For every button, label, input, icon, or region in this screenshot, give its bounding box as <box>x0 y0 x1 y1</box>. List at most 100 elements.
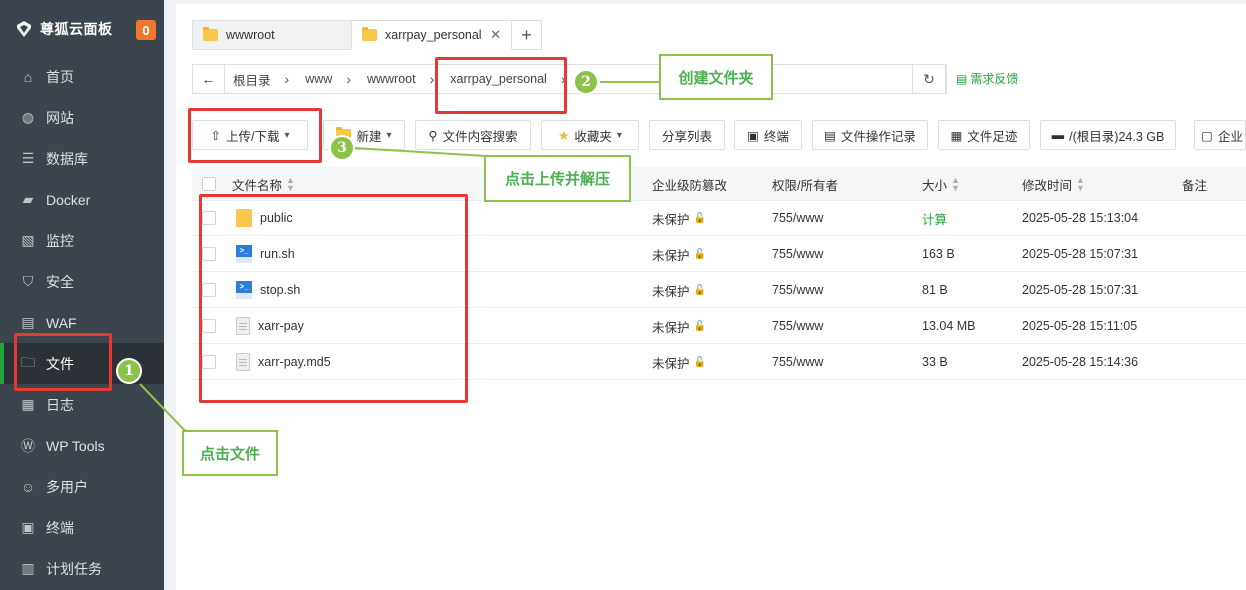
breadcrumb-item-wwwroot[interactable]: wwwroot › <box>359 71 442 87</box>
sidebar-item-home[interactable]: ⌂ 首页 <box>0 56 164 97</box>
permission-cell[interactable]: 755/www <box>772 272 823 308</box>
favorites-button[interactable]: ★ 收藏夹 ▾ <box>541 120 639 150</box>
step-number-1: 1 <box>116 358 142 384</box>
table-row[interactable]: xarr-pay 未保护 🔓 755/www 13.04 MB 2025-05-2… <box>192 308 1246 344</box>
sidebar-item-multi-user[interactable]: ☺ 多用户 <box>0 466 164 507</box>
column-header-note: 备注 <box>1182 178 1208 193</box>
sidebar-item-security[interactable]: ⛉ 安全 <box>0 261 164 302</box>
column-header-size[interactable]: 大小 ▲ ▼ <box>922 167 960 201</box>
row-checkbox[interactable] <box>202 308 216 344</box>
permission-cell[interactable]: 755/www <box>772 308 823 344</box>
shell-script-icon: >_ <box>236 281 252 299</box>
sidebar-item-logs[interactable]: ▦ 日志 <box>0 384 164 425</box>
plus-icon: + <box>521 24 532 45</box>
disk-icon: ▬ <box>1051 128 1065 142</box>
lock-icon: 🔓 <box>693 356 706 368</box>
protect-cell[interactable]: 未保护 🔓 <box>652 308 706 344</box>
lock-icon: 🔓 <box>693 284 706 296</box>
sidebar-item-terminal[interactable]: ▣ 终端 <box>0 507 164 548</box>
file-operation-log-button[interactable]: ▤ 文件操作记录 <box>812 120 928 150</box>
file-name-cell[interactable]: xarr-pay <box>236 308 304 344</box>
docker-icon: ▰ <box>22 191 34 207</box>
breadcrumb-item-www[interactable]: www › <box>297 71 359 87</box>
refresh-icon: ↻ <box>923 70 935 87</box>
permission-cell[interactable]: 755/www <box>772 344 823 380</box>
file-name-cell[interactable]: >_ stop.sh <box>236 272 300 308</box>
row-checkbox[interactable] <box>202 236 216 272</box>
enterprise-button[interactable]: ▢ 企业 <box>1194 120 1246 150</box>
modified-cell: 2025-05-28 15:14:36 <box>1022 355 1139 369</box>
protect-cell[interactable]: 未保护 🔓 <box>652 344 706 380</box>
size-cell: 163 B <box>922 247 955 261</box>
file-name-cell[interactable]: public <box>236 200 293 236</box>
terminal-icon: ▣ <box>747 128 759 143</box>
wordpress-icon: Ⓦ <box>21 437 35 454</box>
table-row[interactable]: public 未保护 🔓 755/www 计算 2025-05-28 15:13:… <box>192 200 1246 236</box>
column-header-name[interactable]: 文件名称 ▲ ▼ <box>232 167 295 201</box>
sidebar-item-monitor[interactable]: ▧ 监控 <box>0 220 164 261</box>
close-icon[interactable]: ✕ <box>490 27 501 43</box>
add-tab-button[interactable]: + <box>512 20 542 50</box>
row-checkbox[interactable] <box>202 344 216 380</box>
search-icon: ⚲ <box>428 128 438 143</box>
breadcrumb-item-root[interactable]: 根目录 › <box>225 70 297 89</box>
chevron-right-icon: › <box>560 71 566 87</box>
sidebar-item-label: 数据库 <box>46 150 88 167</box>
table-row[interactable]: >_ run.sh 未保护 🔓 755/www 163 B 2025-05-28 1… <box>192 236 1246 272</box>
feedback-link[interactable]: ▤ 需求反馈 <box>956 70 1018 87</box>
sort-icon: ▲ ▼ <box>286 175 295 193</box>
chevron-down-icon: ▾ <box>386 129 392 141</box>
disk-button[interactable]: ▬ /(根目录)24.3 GB <box>1040 120 1176 150</box>
sidebar-item-label: 首页 <box>46 68 74 85</box>
notification-badge[interactable]: 0 <box>136 20 156 40</box>
refresh-button[interactable]: ↻ <box>912 64 946 94</box>
tab-label: wwwroot <box>226 28 275 42</box>
table-row[interactable]: >_ stop.sh 未保护 🔓 755/www 81 B 2025-05-28 1… <box>192 272 1246 308</box>
protect-cell[interactable]: 未保护 🔓 <box>652 236 706 272</box>
grid-icon: ▦ <box>950 128 963 143</box>
tab-xarrpay-personal[interactable]: xarrpay_personal ✕ <box>352 20 512 50</box>
content-search-button[interactable]: ⚲ 文件内容搜索 <box>415 120 531 150</box>
sidebar-item-websites[interactable]: ◍ 网站 <box>0 97 164 138</box>
folder-icon <box>236 209 252 227</box>
tab-wwwroot[interactable]: wwwroot <box>192 20 352 50</box>
monitor-icon: ▧ <box>21 232 35 248</box>
file-footprint-button[interactable]: ▦ 文件足迹 <box>938 120 1030 150</box>
permission-cell[interactable]: 755/www <box>772 236 823 272</box>
permission-cell[interactable]: 755/www <box>772 200 823 236</box>
back-button[interactable]: ← <box>193 65 225 93</box>
sidebar-item-label: Docker <box>46 191 91 208</box>
globe-icon: ◍ <box>21 109 35 125</box>
protect-cell[interactable]: 未保护 🔓 <box>652 200 706 236</box>
brand-title: 尊狐云面板 <box>40 21 113 37</box>
table-row[interactable]: xarr-pay.md5 未保护 🔓 755/www 33 B 2025-05-2… <box>192 344 1246 380</box>
lock-icon: 🔓 <box>693 320 706 332</box>
waf-icon: ▤ <box>21 314 35 330</box>
share-list-button[interactable]: 分享列表 <box>649 120 725 150</box>
terminal-button[interactable]: ▣ 终端 <box>734 120 802 150</box>
sidebar-item-label: 安全 <box>46 273 74 290</box>
sidebar-item-waf[interactable]: ▤ WAF <box>0 302 164 343</box>
sidebar-item-database[interactable]: ☰ 数据库 <box>0 138 164 179</box>
upload-download-button[interactable]: ⇧ 上传/下载 ▾ <box>192 120 308 150</box>
select-all-checkbox[interactable] <box>202 167 216 201</box>
calculate-size-link[interactable]: 计算 <box>922 200 947 236</box>
column-header-modified[interactable]: 修改时间 ▲ ▼ <box>1022 167 1085 201</box>
row-checkbox[interactable] <box>202 272 216 308</box>
sidebar-item-wp-tools[interactable]: Ⓦ WP Tools <box>0 425 164 466</box>
sidebar: 尊狐云面板 0 ⌂ 首页 ◍ 网站 ☰ 数据库 ▰ Docker ▧ 监控 ⛉ … <box>0 0 164 590</box>
row-checkbox[interactable] <box>202 200 216 236</box>
lock-icon: 🔓 <box>693 212 706 224</box>
tab-label: xarrpay_personal <box>385 28 482 42</box>
sidebar-item-docker[interactable]: ▰ Docker <box>0 179 164 220</box>
breadcrumb-item-xarrpay-personal[interactable]: xarrpay_personal › <box>442 71 573 87</box>
file-name-cell[interactable]: xarr-pay.md5 <box>236 344 331 380</box>
sidebar-item-cron[interactable]: ▥ 计划任务 <box>0 548 164 589</box>
shield-icon: ⛉ <box>22 273 34 289</box>
file-name-cell[interactable]: >_ run.sh <box>236 236 295 272</box>
protect-cell[interactable]: 未保护 🔓 <box>652 272 706 308</box>
arrow-left-icon: ← <box>201 71 216 87</box>
sidebar-item-label: WAF <box>46 314 77 331</box>
size-cell: 33 B <box>922 355 948 369</box>
home-icon: ⌂ <box>23 68 33 85</box>
